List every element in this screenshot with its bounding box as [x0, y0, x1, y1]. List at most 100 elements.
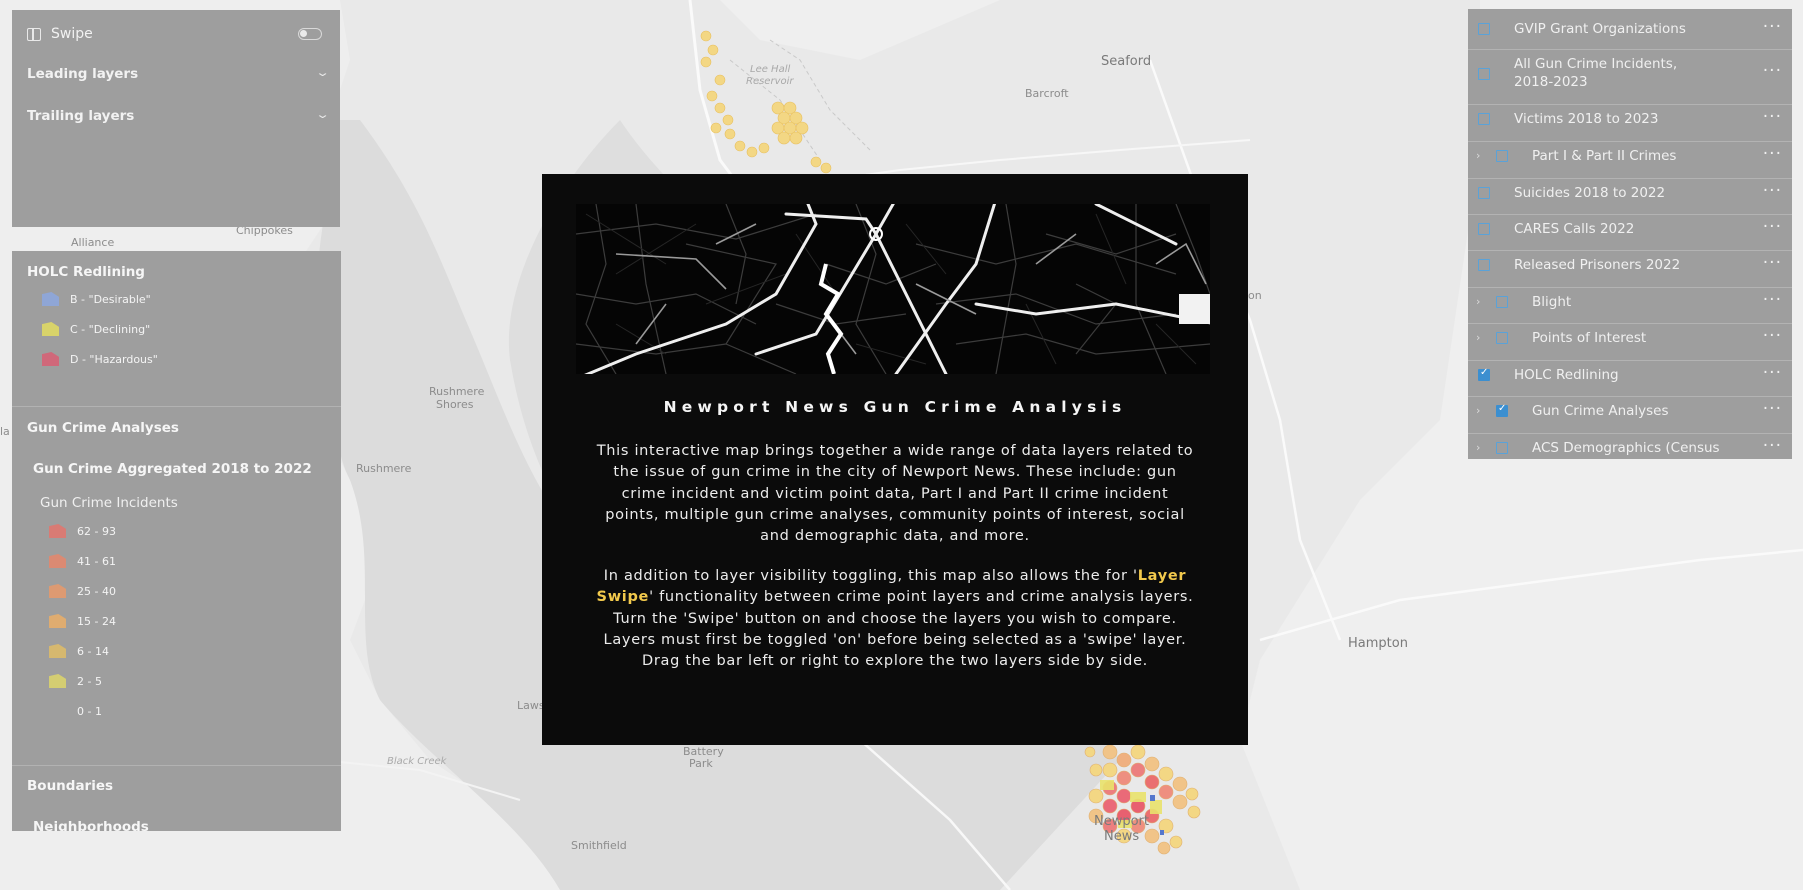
leading-layers-dropdown[interactable]: Leading layers ⌄ — [27, 66, 330, 82]
layer-divider — [1468, 433, 1792, 434]
legend-item-label: 41 - 61 — [77, 554, 116, 568]
more-options-icon[interactable]: ··· — [1763, 326, 1782, 346]
legend-item-label: 15 - 24 — [77, 614, 116, 628]
layer-title: Gun Crime Analyses — [1532, 403, 1669, 419]
splash-modal[interactable]: Newport News Gun Crime Analysis This int… — [542, 174, 1248, 745]
map-label-battery-park-2: Park — [689, 757, 713, 770]
layer-title: HOLC Redlining — [1514, 367, 1619, 383]
trailing-layers-dropdown[interactable]: Trailing layers ⌄ — [27, 108, 330, 124]
map-label-newport-news-1: Newport — [1094, 814, 1150, 829]
legend-gun-crime-item: 2 - 5 — [49, 674, 102, 688]
layer-divider — [1468, 104, 1792, 105]
layer-title: GVIP Grant Organizations — [1514, 21, 1686, 37]
map-label-rushmere-shores-2: Shores — [436, 398, 474, 411]
layer-visibility-checkbox[interactable] — [1496, 442, 1508, 454]
more-options-icon[interactable]: ··· — [1763, 144, 1782, 164]
swipe-label: Swipe — [51, 26, 93, 42]
layer-visibility-checkbox[interactable] — [1496, 150, 1508, 162]
legend-gun-crime-item: 25 - 40 — [49, 584, 116, 598]
layer-divider — [1468, 287, 1792, 288]
layer-divider — [1468, 214, 1792, 215]
map-label-rushmere-shores-1: Rushmere — [429, 385, 485, 398]
more-options-icon[interactable]: ··· — [1763, 436, 1782, 456]
legend-swatch — [42, 352, 59, 366]
layer-list-panel[interactable]: GVIP Grant Organizations ··· All Gun Crime… — [1468, 9, 1792, 459]
layer-visibility-checkbox[interactable] — [1478, 187, 1490, 199]
map-label-barcroft: Barcroft — [1025, 87, 1069, 100]
legend-item-label: 25 - 40 — [77, 584, 116, 598]
legend-swatch — [42, 322, 59, 336]
chevron-right-icon[interactable]: › — [1476, 149, 1480, 162]
legend-gun-crime-item: 15 - 24 — [49, 614, 116, 628]
more-options-icon[interactable]: ··· — [1763, 181, 1782, 201]
legend-gun-crime-incidents-title: Gun Crime Incidents — [40, 495, 178, 511]
legend-divider — [12, 765, 341, 766]
modal-paragraph-1: This interactive map brings together a w… — [596, 443, 1194, 545]
layer-divider — [1468, 396, 1792, 397]
map-label-lee-hall-1: Lee Hall — [750, 64, 791, 75]
modal-paragraph-2: In addition to layer visibility toggling… — [592, 566, 1198, 672]
layer-title: Victims 2018 to 2023 — [1514, 111, 1659, 127]
layer-visibility-checkbox[interactable] — [1496, 403, 1508, 417]
legend-gun-crime-analyses-title: Gun Crime Analyses — [27, 420, 179, 436]
more-options-icon[interactable]: ··· — [1763, 399, 1782, 419]
chevron-right-icon[interactable]: › — [1476, 331, 1480, 344]
layer-visibility-checkbox[interactable] — [1478, 113, 1490, 125]
legend-panel[interactable]: HOLC Redlining B - "Desirable" C - "Decli… — [12, 251, 341, 831]
layer-title: All Gun Crime Incidents, — [1514, 56, 1678, 72]
layer-divider — [1468, 360, 1792, 361]
layer-title: Suicides 2018 to 2022 — [1514, 185, 1666, 201]
more-options-icon[interactable]: ··· — [1763, 217, 1782, 237]
legend-item-label: D - "Hazardous" — [70, 352, 158, 366]
banner-image — [576, 204, 1210, 374]
layer-visibility-checkbox[interactable] — [1478, 68, 1490, 80]
layer-divider — [1468, 49, 1792, 50]
legend-swatch — [42, 292, 59, 306]
layer-visibility-checkbox[interactable] — [1478, 259, 1490, 271]
layer-divider — [1468, 323, 1792, 324]
chevron-right-icon[interactable]: › — [1476, 441, 1480, 454]
more-options-icon[interactable]: ··· — [1763, 290, 1782, 310]
swipe-toggle-row[interactable]: Swipe — [27, 26, 93, 42]
layer-visibility-checkbox[interactable] — [1478, 23, 1490, 35]
swipe-panel: Swipe Leading layers ⌄ Trailing layers ⌄ — [12, 10, 340, 227]
legend-item-label: 0 - 1 — [77, 704, 102, 718]
layer-visibility-checkbox[interactable] — [1496, 332, 1508, 344]
more-options-icon[interactable]: ··· — [1763, 253, 1782, 273]
more-options-icon[interactable]: ··· — [1763, 363, 1782, 383]
legend-gun-crime-aggregated-title: Gun Crime Aggregated 2018 to 2022 — [33, 461, 312, 477]
map-label-on: on — [1248, 289, 1262, 302]
more-options-icon[interactable]: ··· — [1763, 61, 1782, 81]
map-label-black-creek: Black Creek — [387, 756, 447, 767]
more-options-icon[interactable]: ··· — [1763, 17, 1782, 37]
modal-paragraph-2-start: In addition to layer visibility toggling… — [603, 568, 1138, 584]
legend-item-label: C - "Declining" — [70, 322, 151, 336]
map-label-newport-news-2: News — [1104, 829, 1140, 844]
swipe-toggle-switch[interactable] — [298, 28, 322, 40]
layer-visibility-checkbox[interactable] — [1478, 367, 1490, 381]
trailing-layers-label: Trailing layers — [27, 108, 135, 124]
layer-divider — [1468, 178, 1792, 179]
map-label-rushmere: Rushmere — [356, 462, 412, 475]
more-options-icon[interactable]: ··· — [1763, 107, 1782, 127]
map-label-smithfield: Smithfield — [571, 839, 627, 852]
layer-visibility-checkbox[interactable] — [1478, 223, 1490, 235]
layer-divider — [1468, 141, 1792, 142]
legend-holc-title: HOLC Redlining — [27, 264, 145, 280]
chevron-right-icon[interactable]: › — [1476, 295, 1480, 308]
layer-visibility-checkbox[interactable] — [1496, 296, 1508, 308]
chevron-down-icon: ⌄ — [315, 66, 330, 79]
layer-title: CARES Calls 2022 — [1514, 221, 1635, 237]
legend-gun-crime-item: 6 - 14 — [49, 644, 109, 658]
legend-item-label: 62 - 93 — [77, 524, 116, 538]
leading-layers-label: Leading layers — [27, 66, 139, 82]
legend-gun-crime-item: 0 - 1 — [49, 704, 102, 718]
legend-swatch — [49, 554, 66, 568]
chevron-right-icon[interactable]: › — [1476, 404, 1480, 417]
map-label-lee-hall-2: Reservoir — [746, 76, 794, 87]
legend-holc-item: C - "Declining" — [42, 322, 150, 336]
map-label-hampton: Hampton — [1348, 636, 1408, 651]
map-label-seaford: Seaford — [1101, 54, 1152, 69]
legend-item-label: 2 - 5 — [77, 674, 102, 688]
chevron-down-icon: ⌄ — [315, 108, 330, 121]
